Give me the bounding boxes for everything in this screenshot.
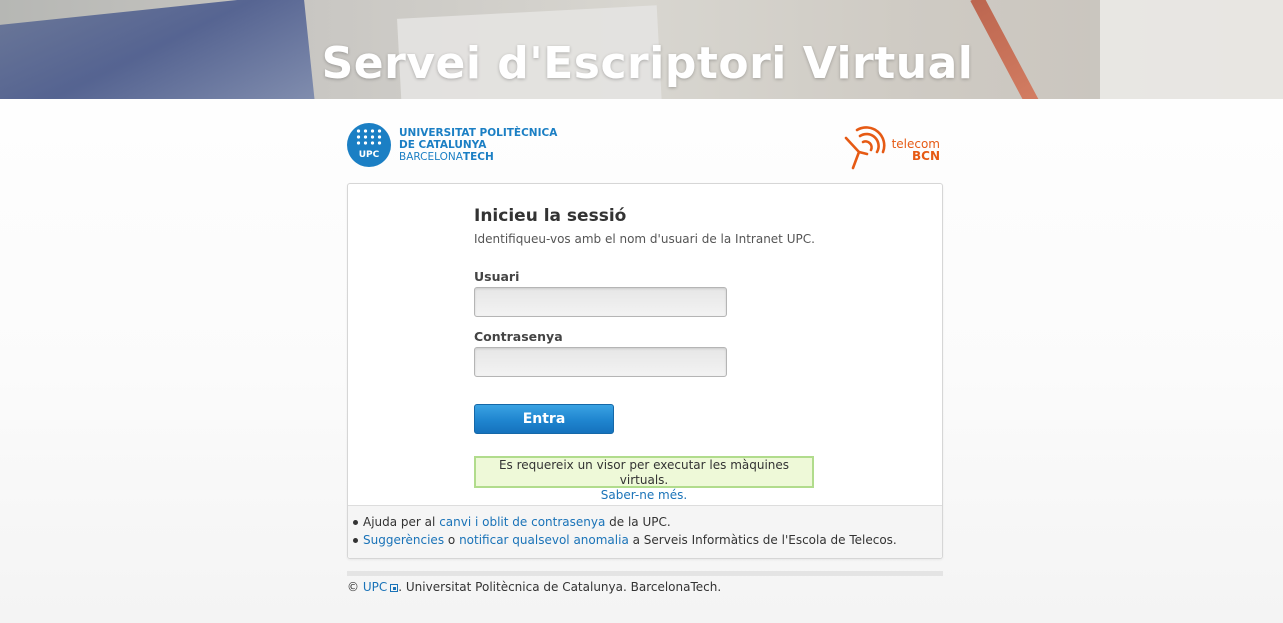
- username-input[interactable]: [474, 287, 727, 317]
- telecom-signal-icon: [844, 126, 886, 170]
- help-item-password-suffix: de la UPC.: [605, 515, 671, 529]
- help-item-suggestions: Suggerències o notificar qualsevol anoma…: [351, 531, 942, 549]
- login-title: Inicieu la sessió: [474, 206, 627, 226]
- upc-emblem-icon: UPC: [347, 123, 391, 167]
- copyright: © UPC . Universitat Politècnica de Catalu…: [347, 580, 721, 594]
- header-banner: Servei d'Escriptori Virtual: [0, 0, 1283, 99]
- login-button[interactable]: Entra: [474, 404, 614, 434]
- copyright-text: . Universitat Politècnica de Catalunya. …: [398, 580, 722, 594]
- password-input[interactable]: [474, 347, 727, 377]
- login-panel: Inicieu la sessió Identifiqueu-vos amb e…: [347, 183, 943, 559]
- notice-text: Es requereix un visor per executar les m…: [498, 458, 790, 487]
- telecom-line-2: BCN: [912, 149, 940, 163]
- help-item-password-prefix: Ajuda per al: [363, 515, 440, 529]
- upc-abbr: UPC: [358, 150, 380, 160]
- upc-line-2: DE CATALUNYA: [399, 139, 487, 151]
- upc-link[interactable]: UPC: [363, 580, 387, 594]
- help-item-suggestions-suffix: a Serveis Informàtics de l'Escola de Tel…: [628, 533, 897, 547]
- help-footer: Ajuda per al canvi i oblit de contraseny…: [348, 505, 942, 558]
- login-subtitle: Identifiqueu-vos amb el nom d'usuari de …: [474, 232, 815, 246]
- help-list: Ajuda per al canvi i oblit de contraseny…: [348, 506, 942, 549]
- upc-line-3b: TECH: [462, 151, 494, 163]
- username-label: Usuari: [474, 269, 520, 284]
- upc-logo-text: UNIVERSITAT POLITÈCNICA DE CATALUNYA BAR…: [399, 127, 557, 163]
- copyright-symbol: ©: [347, 580, 359, 594]
- logo-bar: UPC UNIVERSITAT POLITÈCNICA DE CATALUNYA…: [347, 120, 943, 176]
- report-anomaly-link[interactable]: notificar qualsevol anomalia: [459, 533, 629, 547]
- telecom-logo-text: telecom BCN: [892, 138, 940, 162]
- login-form: Inicieu la sessió Identifiqueu-vos amb e…: [474, 204, 834, 434]
- telecom-bcn-logo[interactable]: telecom BCN: [843, 124, 940, 172]
- page-title: Servei d'Escriptori Virtual: [321, 38, 974, 89]
- help-item-suggestions-middle: o: [444, 533, 460, 547]
- upc-line-3a: BARCELONA: [399, 151, 463, 163]
- suggestions-link[interactable]: Suggerències: [363, 533, 444, 547]
- help-item-password: Ajuda per al canvi i oblit de contraseny…: [351, 513, 942, 531]
- upc-logo[interactable]: UPC UNIVERSITAT POLITÈCNICA DE CATALUNYA…: [347, 123, 557, 167]
- password-label: Contrasenya: [474, 329, 563, 344]
- viewer-requirement-notice: Es requereix un visor per executar les m…: [474, 456, 814, 502]
- learn-more-link[interactable]: Saber-ne més.: [601, 488, 687, 502]
- footer-divider: [347, 571, 943, 576]
- upc-line-1: UNIVERSITAT POLITÈCNICA: [399, 127, 558, 139]
- password-change-link[interactable]: canvi i oblit de contrasenya: [439, 515, 605, 529]
- external-link-icon: [390, 584, 399, 592]
